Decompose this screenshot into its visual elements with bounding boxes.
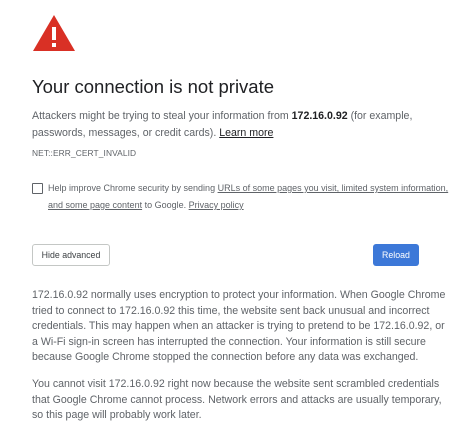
- intro-text: Attackers might be trying to steal your …: [32, 108, 452, 142]
- improve-security-checkbox[interactable]: [32, 183, 43, 194]
- page-title: Your connection is not private: [32, 76, 275, 97]
- error-code: NET::ERR_CERT_INVALID: [32, 148, 137, 158]
- details-explanation: 172.16.0.92 normally uses encryption to …: [32, 289, 446, 364]
- reload-button[interactable]: Reload: [373, 244, 419, 266]
- improve-security-label: Help improve Chrome security by sending …: [48, 180, 458, 214]
- checkbox-text-middle: to Google.: [142, 200, 189, 210]
- checkbox-text-before: Help improve Chrome security by sending: [48, 183, 218, 193]
- hide-advanced-button[interactable]: Hide advanced: [32, 244, 110, 266]
- learn-more-link[interactable]: Learn more: [219, 127, 273, 139]
- host-name: 172.16.0.92: [291, 110, 348, 122]
- warning-triangle-icon: [33, 15, 75, 51]
- details-cannot-visit: You cannot visit 172.16.0.92 right now b…: [32, 378, 442, 422]
- privacy-policy-link[interactable]: Privacy policy: [189, 200, 244, 210]
- intro-text-before: Attackers might be trying to steal your …: [32, 110, 292, 122]
